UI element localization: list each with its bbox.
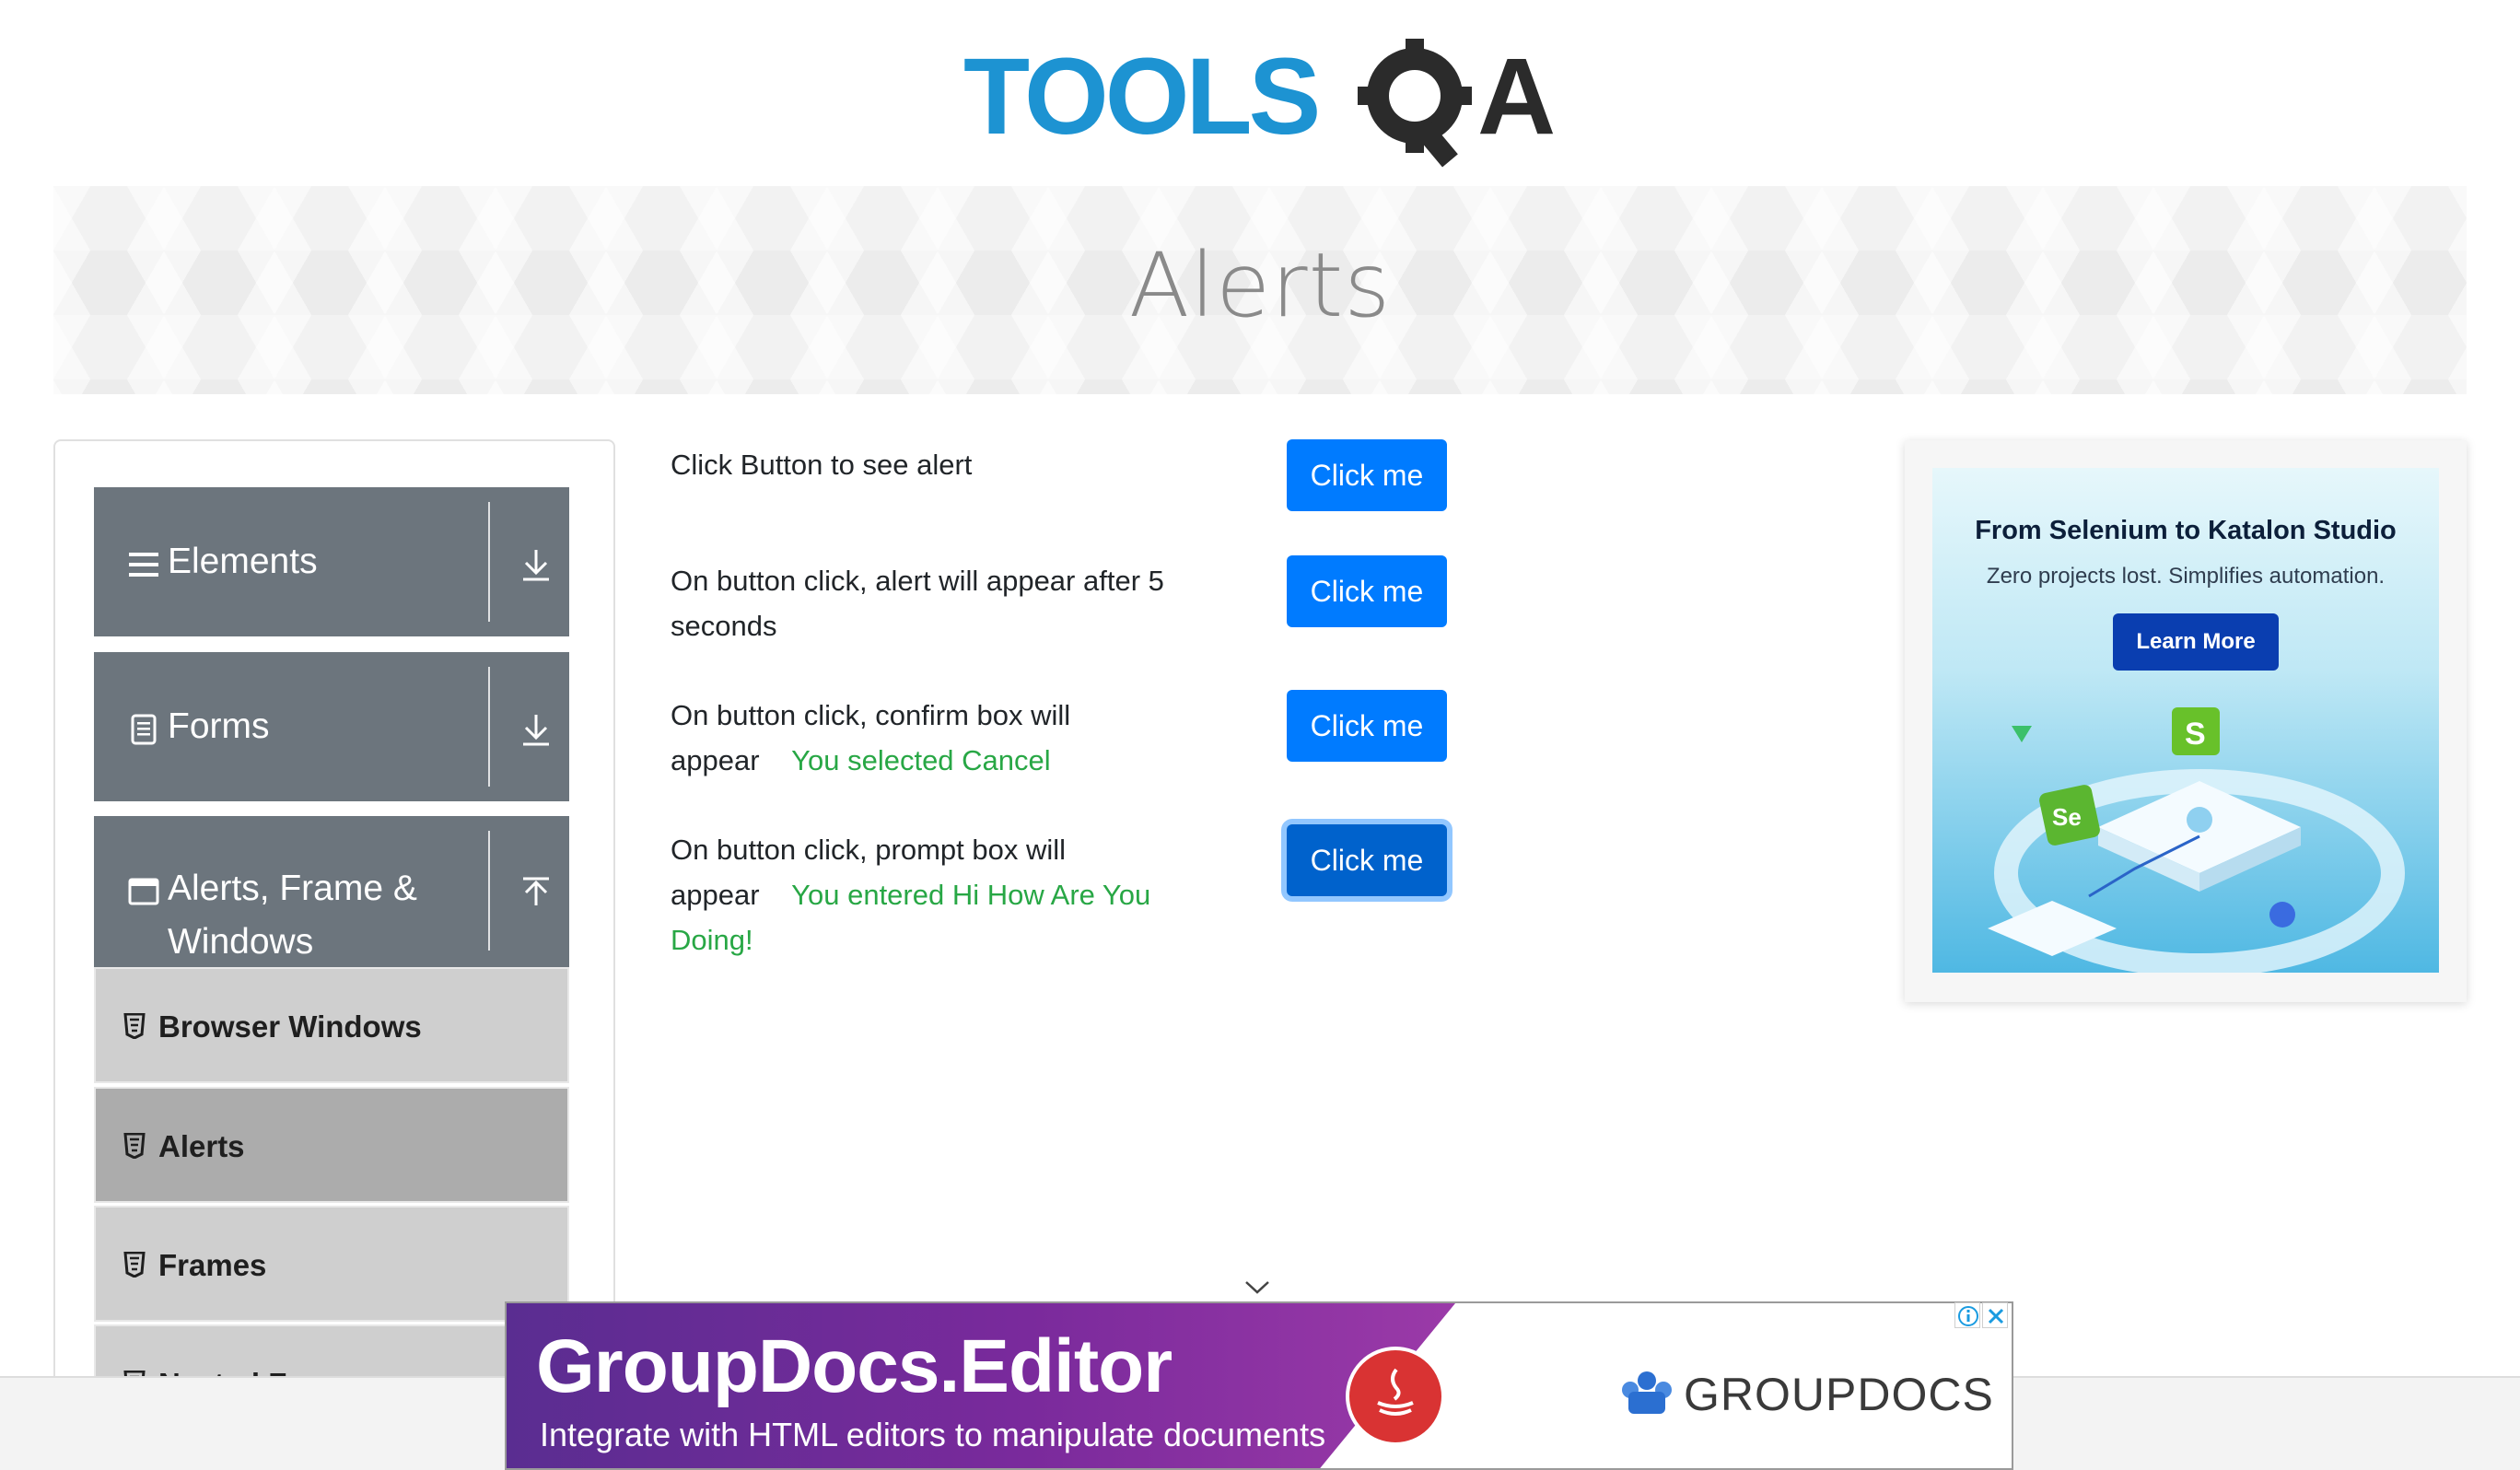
ad-illustration: S Se bbox=[1988, 707, 2405, 973]
page: TOOLS A Alerts Elements Forms Alerts, Fr… bbox=[0, 0, 2520, 1470]
alert-button[interactable]: Click me bbox=[1287, 439, 1447, 511]
divider bbox=[488, 667, 490, 787]
groupdocs-ad[interactable]: GroupDocs.Editor Integrate with HTML edi… bbox=[505, 1301, 2013, 1470]
prompt-result-line1: You entered Hi How Are You bbox=[791, 879, 1151, 911]
row-description-line2: appear bbox=[671, 744, 760, 776]
svg-text:Se: Se bbox=[2052, 803, 2082, 831]
groupdocs-logo-icon bbox=[1622, 1371, 1672, 1414]
ad-title: GroupDocs.Editor bbox=[536, 1324, 1172, 1408]
ad-brand: GROUPDOCS bbox=[1684, 1369, 1994, 1420]
page-title: Alerts bbox=[1128, 234, 1392, 337]
gear-magnifier-icon bbox=[1358, 39, 1472, 168]
logo-text-tools: TOOLS bbox=[963, 36, 1318, 158]
chevron-down-icon[interactable] bbox=[1243, 1278, 1271, 1297]
sidebar-group-alerts-frame-windows[interactable]: Alerts, Frame & Windows bbox=[94, 816, 569, 967]
prompt-result-line2: Doing! bbox=[671, 924, 753, 956]
row-description-line1: On button click, alert will appear after… bbox=[671, 565, 1164, 597]
sidebar-group-label-line2: Windows bbox=[168, 922, 314, 962]
timer-alert-button[interactable]: Click me bbox=[1287, 555, 1447, 627]
prompt-row-text: On button click, prompt box will appear … bbox=[671, 827, 1242, 962]
row-description-line1: On button click, confirm box will bbox=[671, 699, 1071, 731]
download-arrow-icon[interactable] bbox=[518, 546, 554, 583]
sidebar-item-label: Frames bbox=[158, 1248, 267, 1282]
confirm-result: You selected Cancel bbox=[791, 744, 1051, 776]
sidebar-item-label: Browser Windows bbox=[158, 1009, 422, 1044]
prompt-button[interactable]: Click me bbox=[1287, 824, 1447, 896]
sidebar-item-label: Alerts bbox=[158, 1129, 245, 1163]
divider bbox=[488, 831, 490, 951]
upload-arrow-icon[interactable] bbox=[518, 875, 554, 912]
alert-row-text: Click Button to see alert bbox=[671, 442, 1242, 487]
download-arrow-icon[interactable] bbox=[518, 711, 554, 748]
learn-more-button[interactable]: Learn More bbox=[2113, 613, 2279, 671]
row-description-line2: appear bbox=[671, 879, 760, 911]
selenium-badge-icon: Se bbox=[2039, 785, 2100, 846]
ad-content: From Selenium to Katalon Studio Zero pro… bbox=[1932, 468, 2439, 973]
row-description-line1: On button click, prompt box will bbox=[671, 834, 1067, 866]
sidebar-item-alerts[interactable]: Alerts bbox=[94, 1087, 569, 1203]
hamburger-icon bbox=[129, 553, 158, 577]
page-banner: Alerts bbox=[53, 186, 2467, 394]
svg-text:S: S bbox=[2185, 717, 2206, 752]
confirm-row-text: On button click, confirm box will appear… bbox=[671, 693, 1242, 783]
logo-text-qa: A bbox=[1477, 36, 1556, 158]
sidebar-item-browser-windows[interactable]: Browser Windows bbox=[94, 967, 569, 1083]
divider bbox=[488, 502, 490, 622]
html5-icon bbox=[123, 1133, 146, 1159]
ad-info-icon[interactable] bbox=[1954, 1302, 1980, 1328]
sidebar-group-label: Forms bbox=[168, 706, 270, 746]
ad-close-icon[interactable] bbox=[1982, 1302, 2008, 1328]
sidebar-group-label-line1: Alerts, Frame & bbox=[168, 869, 417, 908]
ad-subtitle: Zero projects lost. Simplifies automatio… bbox=[1986, 564, 2386, 589]
sidebar-group-elements[interactable]: Elements bbox=[94, 487, 569, 636]
katalon-badge-icon: S bbox=[2172, 707, 2220, 755]
row-description-line2: seconds bbox=[671, 610, 777, 642]
timer-alert-row-text: On button click, alert will appear after… bbox=[671, 558, 1242, 648]
document-icon bbox=[131, 714, 157, 745]
ad-subtitle: Integrate with HTML editors to manipulat… bbox=[540, 1416, 1326, 1453]
sidebar-item-frames[interactable]: Frames bbox=[94, 1206, 569, 1322]
java-icon bbox=[1346, 1347, 1445, 1446]
row-description: Click Button to see alert bbox=[671, 449, 973, 481]
ad-title: From Selenium to Katalon Studio bbox=[1975, 516, 2397, 545]
window-icon bbox=[128, 878, 159, 905]
katalon-ad[interactable]: From Selenium to Katalon Studio Zero pro… bbox=[1905, 440, 2467, 1002]
sidebar-group-label: Elements bbox=[168, 542, 318, 581]
html5-icon bbox=[123, 1252, 146, 1278]
html5-icon bbox=[123, 1013, 146, 1039]
toolsqa-logo[interactable]: TOOLS A bbox=[962, 28, 1569, 170]
sidebar-group-forms[interactable]: Forms bbox=[94, 652, 569, 801]
confirm-button[interactable]: Click me bbox=[1287, 690, 1447, 762]
